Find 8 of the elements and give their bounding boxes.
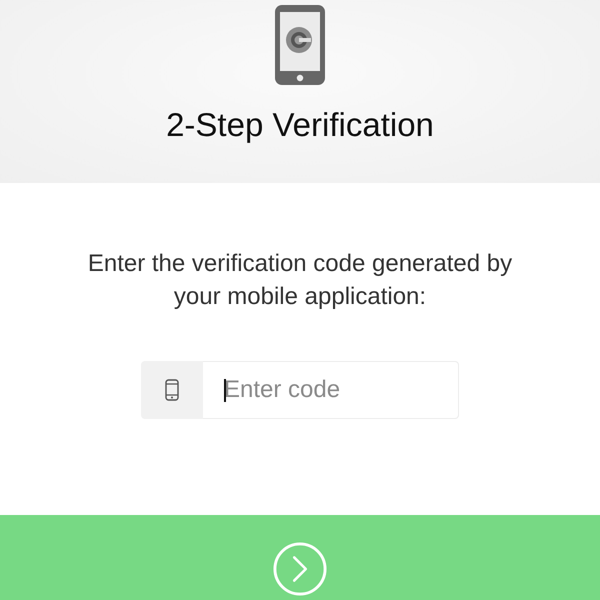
mobile-phone-icon [165,379,179,401]
page-title: 2-Step Verification [166,106,434,144]
text-cursor [224,379,226,402]
instruction-text: Enter the verification code generated by your mobile application: [86,249,514,312]
chevron-circle-icon [273,542,327,596]
next-button[interactable] [0,515,600,600]
code-input-field[interactable]: Enter code [203,361,459,419]
phone-app-icon [274,4,326,86]
